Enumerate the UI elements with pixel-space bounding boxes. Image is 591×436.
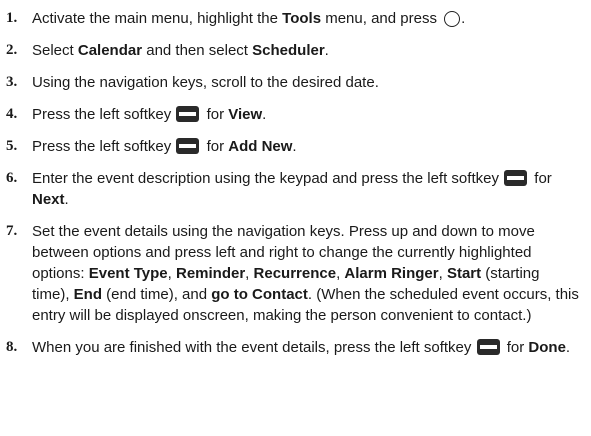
step-text-run: for (530, 170, 552, 187)
step-text-run: for (202, 138, 229, 155)
instruction-page: 1. Activate the main menu, highlight the … (0, 0, 591, 436)
step-text: Select Calendar and then select Schedule… (32, 40, 581, 61)
menu-term: Alarm Ringer (344, 265, 439, 282)
step-text-run: . (262, 106, 267, 123)
step-item: 3. Using the navigation keys, scroll to t… (4, 72, 581, 93)
menu-term: End (73, 286, 103, 303)
step-item: 4. Press the left softkey for View. (4, 104, 581, 125)
step-text-run: menu, and press (321, 10, 442, 27)
step-text-run: Activate the main menu, highlight the (32, 10, 283, 27)
step-text-run: . (292, 138, 297, 155)
step-text-run: Enter the event description using the ke… (32, 170, 504, 187)
step-text-run: . (565, 339, 571, 356)
step-text: Activate the main menu, highlight the To… (32, 8, 581, 29)
menu-term: Calendar (77, 42, 143, 59)
step-item: 7. Set the event details using the naviga… (4, 221, 581, 326)
step-text-run: . (461, 10, 466, 27)
ok-key-icon (444, 11, 461, 27)
left-softkey-icon (176, 106, 200, 122)
step-text-run: Press the left softkey (32, 138, 176, 155)
step-text-run: , (167, 265, 176, 282)
step-text-run: for (202, 106, 229, 123)
menu-term: Scheduler (252, 42, 325, 59)
menu-term: Done (528, 339, 566, 356)
menu-term: go to Contact (211, 286, 308, 303)
menu-term: View (228, 106, 263, 123)
left-softkey-icon (176, 138, 200, 154)
step-text-run: . (64, 191, 69, 208)
step-text-run: (end time), and (102, 286, 212, 303)
left-softkey-icon (504, 170, 528, 186)
step-number: 1. (6, 10, 18, 26)
step-number: 7. (6, 223, 18, 239)
step-item: 6. Enter the event description using the … (4, 168, 581, 210)
menu-term: Tools (282, 10, 322, 27)
step-text-run: . (324, 42, 329, 59)
menu-term: Event Type (88, 265, 168, 282)
step-text: Press the left softkey for Add New. (32, 136, 581, 157)
step-item: 1. Activate the main menu, highlight the … (4, 8, 581, 29)
step-text: Using the navigation keys, scroll to the… (32, 72, 581, 93)
step-number: 4. (6, 106, 18, 122)
step-text: When you are finished with the event det… (32, 337, 581, 358)
menu-term: Reminder (175, 265, 246, 282)
step-text-run: Using the navigation keys, scroll to the… (32, 74, 379, 91)
step-number: 8. (6, 339, 18, 355)
step-text-run: Press the left softkey (32, 106, 176, 123)
step-number: 6. (6, 170, 18, 186)
step-number: 2. (6, 42, 18, 58)
step-item: 2. Select Calendar and then select Schedu… (4, 40, 581, 61)
step-text-run: , (245, 265, 254, 282)
step-item: 8. When you are finished with the event d… (4, 337, 581, 358)
step-text-run: , (438, 265, 447, 282)
step-number: 5. (6, 138, 18, 154)
left-softkey-icon (476, 339, 500, 355)
menu-term: Add New (228, 138, 293, 155)
steps-list: 1. Activate the main menu, highlight the … (4, 8, 581, 358)
menu-term: Next (32, 191, 65, 208)
step-item: 5. Press the left softkey for Add New. (4, 136, 581, 157)
step-text-run: Select (32, 42, 78, 59)
step-text-run: and then select (142, 42, 253, 59)
step-text: Press the left softkey for View. (32, 104, 581, 125)
step-text-run: for (502, 339, 529, 356)
menu-term: Recurrence (253, 265, 337, 282)
menu-term: Start (446, 265, 482, 282)
step-number: 3. (6, 74, 18, 90)
step-text: Set the event details using the navigati… (32, 221, 581, 326)
step-text: Enter the event description using the ke… (32, 168, 581, 210)
step-text-run: When you are finished with the event det… (32, 339, 476, 356)
